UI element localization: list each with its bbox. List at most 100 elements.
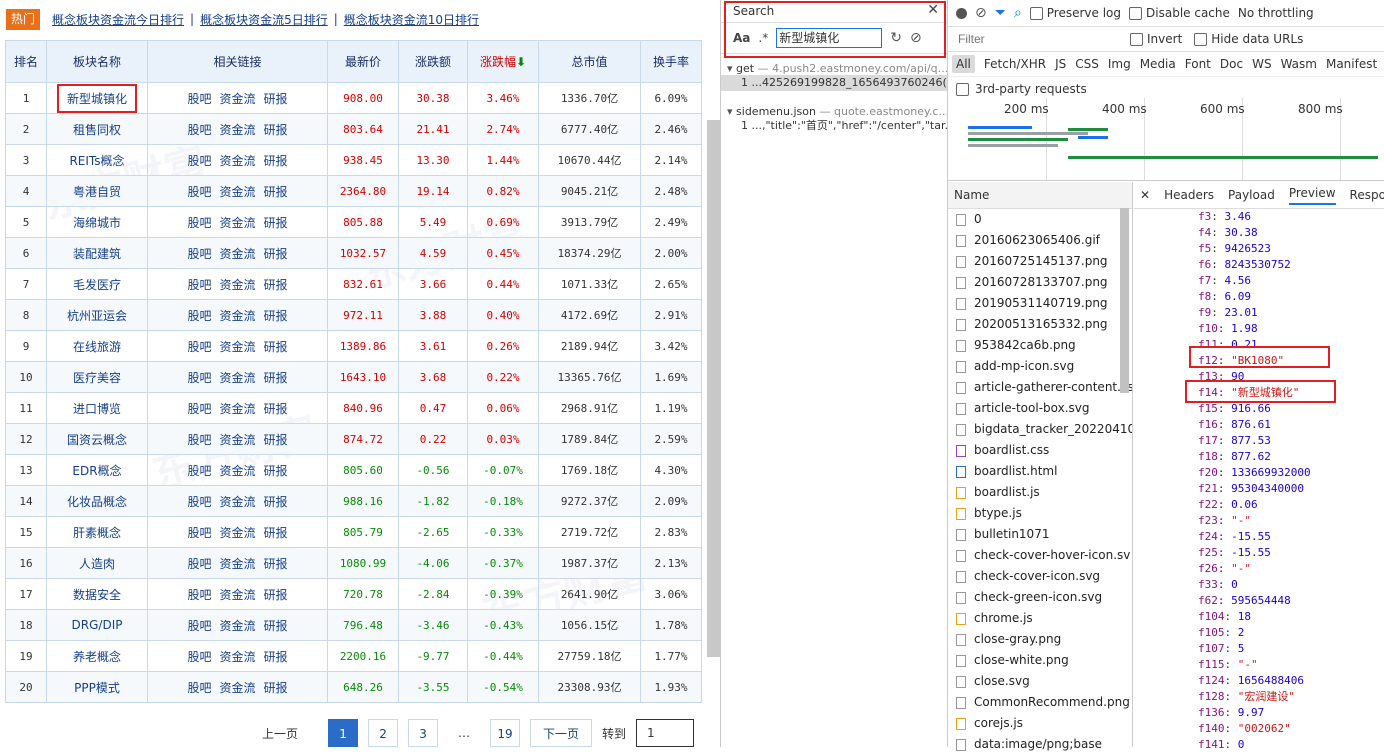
guba-link[interactable]: 股吧 — [187, 92, 211, 106]
search-result-file[interactable]: ▾ get — 4.push2.eastmoney.com/api/q... — [721, 62, 947, 75]
board-name-link[interactable]: 国资云概念 — [46, 423, 148, 455]
board-name-link[interactable]: PPP模式 — [46, 671, 148, 703]
next-page-button[interactable]: 下一页 — [530, 719, 593, 747]
type-filter-js[interactable]: JS — [1055, 57, 1066, 71]
guba-link[interactable]: 股吧 — [187, 526, 211, 540]
type-filter-font[interactable]: Font — [1185, 57, 1211, 71]
research-link[interactable]: 研报 — [264, 681, 288, 695]
col-price[interactable]: 最新价 — [327, 40, 399, 83]
research-link[interactable]: 研报 — [264, 464, 288, 478]
board-name-link[interactable]: 租售同权 — [46, 113, 148, 145]
clear-log-icon[interactable]: ⊘ — [975, 5, 987, 21]
board-name-link[interactable]: DRG/DIP — [46, 609, 148, 641]
fund-flow-link[interactable]: 资金流 — [219, 154, 255, 168]
research-link[interactable]: 研报 — [264, 433, 288, 447]
request-row[interactable]: check-cover-hover-icon.sv — [948, 545, 1132, 566]
fund-flow-link[interactable]: 资金流 — [219, 402, 255, 416]
nav-link-today[interactable]: 概念板块资金流今日排行 — [52, 11, 184, 28]
guba-link[interactable]: 股吧 — [187, 588, 211, 602]
request-row[interactable]: article-gatherer-content.cs — [948, 377, 1132, 398]
highlighted-board-name[interactable]: 新型城镇化 — [56, 83, 137, 113]
tab-response[interactable]: Respo — [1350, 188, 1384, 202]
guba-link[interactable]: 股吧 — [187, 278, 211, 292]
research-link[interactable]: 研报 — [264, 247, 288, 261]
request-row[interactable]: check-cover-icon.svg — [948, 566, 1132, 587]
fund-flow-link[interactable]: 资金流 — [219, 185, 255, 199]
board-name-link[interactable]: 新型城镇化 — [46, 82, 148, 114]
request-row[interactable]: close.svg — [948, 671, 1132, 692]
type-filter-all[interactable]: All — [952, 55, 975, 73]
board-name-link[interactable]: 粤港自贸 — [46, 175, 148, 207]
guba-link[interactable]: 股吧 — [187, 402, 211, 416]
request-list-scrollbar[interactable] — [1120, 208, 1129, 393]
fund-flow-link[interactable]: 资金流 — [219, 619, 255, 633]
board-name-link[interactable]: 海绵城市 — [46, 206, 148, 238]
fund-flow-link[interactable]: 资金流 — [219, 681, 255, 695]
board-name-link[interactable]: 养老概念 — [46, 640, 148, 672]
request-row[interactable]: 20200513165332.png — [948, 314, 1132, 335]
tab-payload[interactable]: Payload — [1228, 188, 1275, 202]
request-row[interactable]: boardlist.js — [948, 482, 1132, 503]
board-name-link[interactable]: 人造肉 — [46, 547, 148, 579]
guba-link[interactable]: 股吧 — [187, 495, 211, 509]
fund-flow-link[interactable]: 资金流 — [219, 92, 255, 106]
research-link[interactable]: 研报 — [264, 123, 288, 137]
preserve-log-checkbox[interactable]: Preserve log — [1029, 6, 1121, 20]
request-row[interactable]: add-mp-icon.svg — [948, 356, 1132, 377]
search-result-line[interactable]: 1 ...,"title":"首页","href":"/center","tar… — [721, 118, 947, 134]
name-column-header[interactable]: Name — [948, 182, 1132, 209]
request-row[interactable]: 20160623065406.gif — [948, 230, 1132, 251]
request-row[interactable]: bigdata_tracker_20220410. — [948, 419, 1132, 440]
request-row[interactable]: article-tool-box.svg — [948, 398, 1132, 419]
research-link[interactable]: 研报 — [264, 402, 288, 416]
guba-link[interactable]: 股吧 — [187, 464, 211, 478]
search-icon[interactable]: ⌕ — [1014, 5, 1022, 21]
board-name-link[interactable]: 进口博览 — [46, 392, 148, 424]
type-filter-wasm[interactable]: Wasm — [1281, 57, 1317, 71]
col-change-pct[interactable]: 涨跌幅⬇ — [467, 40, 539, 83]
research-link[interactable]: 研报 — [264, 619, 288, 633]
request-row[interactable]: chrome.js — [948, 608, 1132, 629]
request-row[interactable]: data:image/png;base — [948, 734, 1132, 755]
hide-data-urls-checkbox[interactable]: Hide data URLs — [1194, 32, 1303, 46]
col-market-cap[interactable]: 总市值 — [538, 40, 641, 83]
guba-link[interactable]: 股吧 — [187, 371, 211, 385]
board-name-link[interactable]: 杭州亚运会 — [46, 299, 148, 331]
research-link[interactable]: 研报 — [264, 216, 288, 230]
research-link[interactable]: 研报 — [264, 340, 288, 354]
tab-preview[interactable]: Preview — [1288, 186, 1336, 205]
col-rank[interactable]: 排名 — [5, 40, 47, 83]
hot-tab[interactable]: 热门 — [6, 8, 41, 30]
prev-page-button[interactable]: 上一页 — [262, 725, 298, 742]
type-filter-fetchxhr[interactable]: Fetch/XHR — [984, 57, 1046, 71]
research-link[interactable]: 研报 — [264, 371, 288, 385]
guba-link[interactable]: 股吧 — [187, 681, 211, 695]
request-row[interactable]: check-green-icon.svg — [948, 587, 1132, 608]
request-row[interactable]: btype.js — [948, 503, 1132, 524]
research-link[interactable]: 研报 — [264, 309, 288, 323]
guba-link[interactable]: 股吧 — [187, 216, 211, 230]
request-row[interactable]: 20160725145137.png — [948, 251, 1132, 272]
research-link[interactable]: 研报 — [264, 588, 288, 602]
refresh-icon[interactable]: ↻ — [890, 30, 902, 46]
page-1-button[interactable]: 1 — [328, 719, 359, 747]
throttling-select[interactable]: No throttling — [1238, 6, 1314, 20]
fund-flow-link[interactable]: 资金流 — [219, 588, 255, 602]
research-link[interactable]: 研报 — [264, 278, 288, 292]
col-change[interactable]: 涨跌额 — [398, 40, 468, 83]
close-detail-icon[interactable]: ✕ — [1140, 188, 1150, 202]
guba-link[interactable]: 股吧 — [187, 185, 211, 199]
nav-link-10day[interactable]: 概念板块资金流10日排行 — [344, 11, 479, 28]
regex-button[interactable]: .* — [758, 31, 768, 45]
fund-flow-link[interactable]: 资金流 — [219, 650, 255, 664]
research-link[interactable]: 研报 — [264, 185, 288, 199]
fund-flow-link[interactable]: 资金流 — [219, 495, 255, 509]
research-link[interactable]: 研报 — [264, 557, 288, 571]
research-link[interactable]: 研报 — [264, 650, 288, 664]
guba-link[interactable]: 股吧 — [187, 650, 211, 664]
request-row[interactable]: 20190531140719.png — [948, 293, 1132, 314]
research-link[interactable]: 研报 — [264, 526, 288, 540]
filter-input[interactable] — [956, 29, 1120, 49]
request-row[interactable]: 20160728133707.png — [948, 272, 1132, 293]
nav-link-5day[interactable]: 概念板块资金流5日排行 — [200, 11, 328, 28]
